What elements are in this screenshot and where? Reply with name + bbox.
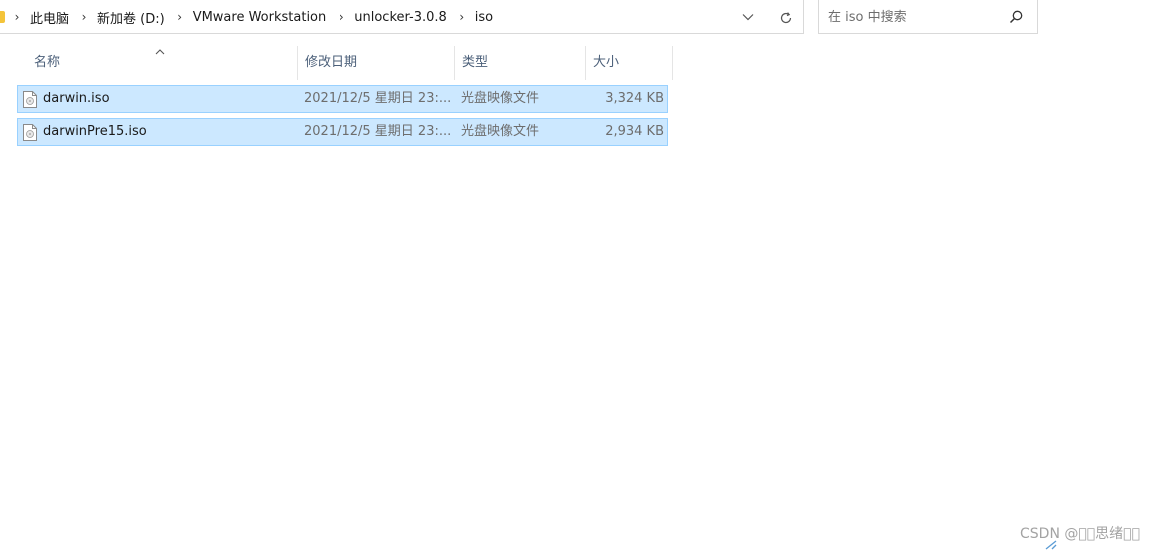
breadcrumb: › 此电脑 › 新加卷 (D:) › VMware Workstation › … <box>10 0 501 34</box>
breadcrumb-iso[interactable]: iso <box>475 10 493 25</box>
file-date: 2021/12/5 星期日 23:... <box>304 91 450 106</box>
chevron-right-icon[interactable]: › <box>455 10 469 24</box>
file-name: darwinPre15.iso <box>43 124 147 139</box>
disc-image-file-icon <box>23 91 37 108</box>
breadcrumb-drive-d[interactable]: 新加卷 (D:) <box>97 8 165 27</box>
file-row[interactable]: darwinPre15.iso 2021/12/5 星期日 23:... 光盘映… <box>17 118 668 146</box>
refresh-icon[interactable] <box>776 7 796 27</box>
file-name: darwin.iso <box>43 91 110 106</box>
breadcrumb-vmware-workstation[interactable]: VMware Workstation <box>193 10 327 25</box>
column-header-size[interactable]: 大小 <box>585 46 672 80</box>
file-type: 光盘映像文件 <box>461 124 540 139</box>
search-box[interactable] <box>818 0 1038 34</box>
file-size: 3,324 KB <box>605 91 664 106</box>
file-date: 2021/12/5 星期日 23:... <box>304 124 450 139</box>
search-icon[interactable] <box>1008 9 1024 25</box>
chevron-down-icon[interactable] <box>738 7 758 27</box>
column-header-date[interactable]: 修改日期 <box>297 46 454 80</box>
file-row[interactable]: darwin.iso 2021/12/5 星期日 23:... 光盘映像文件 3… <box>17 85 668 113</box>
column-headers: 名称 修改日期 类型 大小 <box>17 46 673 80</box>
disc-image-file-icon <box>23 124 37 141</box>
file-type: 光盘映像文件 <box>461 91 540 106</box>
column-divider[interactable] <box>672 46 673 80</box>
breadcrumb-unlocker[interactable]: unlocker-3.0.8 <box>354 10 447 25</box>
folder-icon <box>0 11 5 23</box>
file-size: 2,934 KB <box>605 124 664 139</box>
breadcrumb-this-pc[interactable]: 此电脑 <box>30 8 69 27</box>
column-header-type[interactable]: 类型 <box>454 46 585 80</box>
address-bar[interactable]: › 此电脑 › 新加卷 (D:) › VMware Workstation › … <box>0 0 804 34</box>
watermark: CSDN @  思绪   <box>1020 526 1140 542</box>
chevron-right-icon[interactable]: › <box>10 10 24 24</box>
chevron-right-icon[interactable]: › <box>77 10 91 24</box>
search-input[interactable] <box>828 0 1003 34</box>
column-header-name[interactable]: 名称 <box>26 46 296 80</box>
resize-grip-icon <box>1045 540 1057 550</box>
chevron-right-icon[interactable]: › <box>334 10 348 24</box>
chevron-right-icon[interactable]: › <box>173 10 187 24</box>
right-pane <box>1038 0 1150 550</box>
